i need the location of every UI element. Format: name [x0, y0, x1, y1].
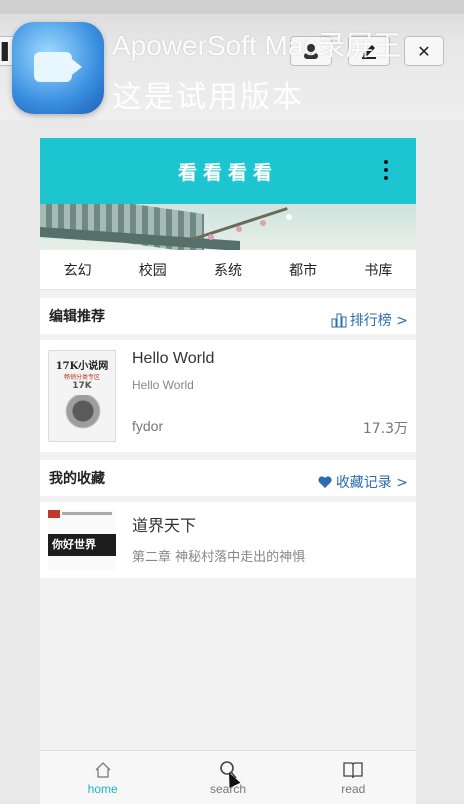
category-item[interactable]: 玄幻	[64, 260, 92, 280]
favorites-header: 我的收藏 收藏记录 >	[40, 460, 416, 496]
book-cover: 你好世界	[48, 510, 116, 570]
favorites-link-label: 收藏记录 >	[335, 475, 408, 491]
editor-pick-header: 编辑推荐 排行榜 >	[40, 298, 416, 334]
ranking-link[interactable]: 排行榜 >	[331, 310, 408, 330]
banner-image[interactable]	[40, 204, 416, 250]
section-label: 我的收藏	[49, 471, 105, 487]
heart-icon	[318, 476, 332, 488]
book-author: fydor	[132, 418, 164, 434]
home-icon	[95, 761, 111, 778]
menu-strip	[0, 0, 464, 14]
category-bar: 玄幻 校园 系统 都市 书库	[40, 250, 416, 290]
watermark-trial: 这是试用版本	[112, 80, 304, 115]
book-title: 道界天下	[132, 516, 197, 535]
book-chapter: 第二章 神秘村落中走出的神惧	[132, 550, 306, 565]
apowersoft-logo	[12, 22, 104, 114]
category-item[interactable]: 书库	[364, 260, 392, 280]
book-card[interactable]: 17K小说网 畅销分类专区 17K Hello World Hello Worl…	[40, 340, 416, 452]
ranking-icon	[331, 313, 347, 328]
more-icon[interactable]	[384, 160, 390, 180]
section-label: 编辑推荐	[49, 309, 105, 325]
book-title: Hello World	[132, 350, 215, 367]
tab-home[interactable]: home	[53, 751, 153, 804]
favorites-link[interactable]: 收藏记录 >	[317, 472, 408, 492]
app-screen: 看看看看 玄幻 校园 系统 都市 书库 编辑推荐 排行榜 > 17K小说网 畅销…	[40, 138, 416, 804]
book-word-count: 17.3万	[362, 421, 408, 437]
app-header: 看看看看	[40, 138, 416, 204]
category-item[interactable]: 都市	[289, 260, 317, 280]
book-cover: 17K小说网 畅销分类专区 17K	[48, 350, 116, 442]
page-title: 看看看看	[177, 161, 278, 184]
tab-read[interactable]: read	[303, 751, 403, 804]
watermark-title: ApowerSoft Mac录屏王	[112, 30, 402, 61]
category-item[interactable]: 校园	[139, 260, 167, 280]
tab-label: read	[341, 781, 366, 796]
tab-label: home	[87, 781, 118, 796]
close-button[interactable]: ✕	[404, 36, 444, 66]
category-item[interactable]: 系统	[214, 260, 242, 280]
ranking-link-label: 排行榜 >	[349, 313, 408, 329]
close-icon: ✕	[417, 41, 431, 61]
favorite-book-card[interactable]: 你好世界 道界天下 第二章 神秘村落中走出的神惧	[40, 502, 416, 578]
book-subtitle: Hello World	[132, 378, 194, 392]
book-icon	[343, 761, 363, 778]
